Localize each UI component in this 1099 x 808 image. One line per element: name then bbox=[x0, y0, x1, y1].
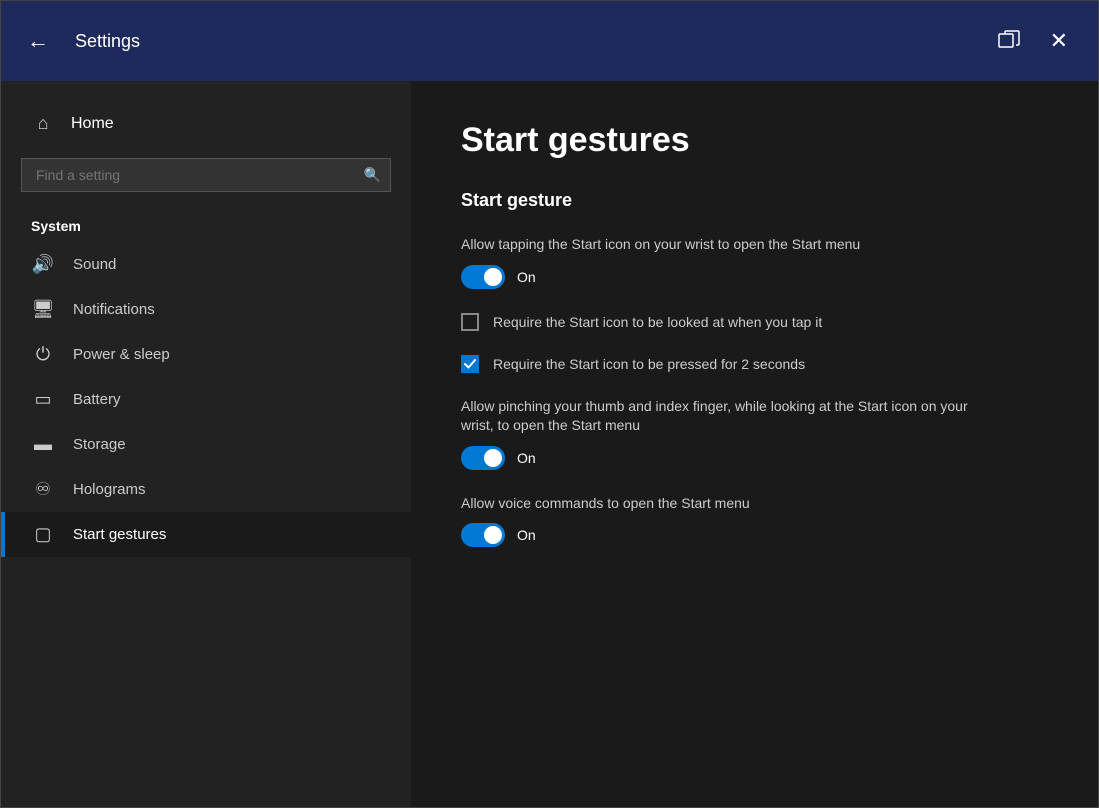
sidebar-item-holograms[interactable]: ♾ Holograms bbox=[1, 467, 411, 512]
sidebar-label-notifications: Notifications bbox=[73, 301, 155, 318]
setting-wrist-tap-description: Allow tapping the Start icon on your wri… bbox=[461, 235, 1001, 255]
setting-pinch: Allow pinching your thumb and index fing… bbox=[461, 397, 1048, 470]
checkbox-row-press-2sec: Require the Start icon to be pressed for… bbox=[461, 355, 1048, 373]
search-icon: 🔍 bbox=[364, 167, 381, 184]
setting-press-2sec: Require the Start icon to be pressed for… bbox=[461, 355, 1048, 373]
home-label: Home bbox=[71, 115, 114, 133]
setting-voice: Allow voice commands to open the Start m… bbox=[461, 494, 1048, 548]
sidebar-label-power: Power & sleep bbox=[73, 346, 170, 363]
checkbox-look-at-start-label: Require the Start icon to be looked at w… bbox=[493, 314, 822, 330]
battery-icon: ▭ bbox=[31, 389, 55, 410]
app-window: ← Settings ✕ ⌂ Home 🔍 System bbox=[0, 0, 1099, 808]
sidebar-item-notifications[interactable]: 🖥 Notifications bbox=[1, 287, 411, 332]
power-icon: ⏻ bbox=[31, 344, 55, 365]
close-button[interactable]: ✕ bbox=[1040, 22, 1078, 60]
toggle-pinch-label: On bbox=[517, 450, 536, 466]
toggle-voice-label: On bbox=[517, 527, 536, 543]
setting-look-at-start: Require the Start icon to be looked at w… bbox=[461, 313, 1048, 331]
toggle-row-voice: On bbox=[461, 523, 1048, 547]
checkbox-press-2sec-label: Require the Start icon to be pressed for… bbox=[493, 356, 805, 372]
toggle-voice[interactable] bbox=[461, 523, 505, 547]
toggle-pinch[interactable] bbox=[461, 446, 505, 470]
search-container: 🔍 bbox=[21, 158, 391, 192]
sidebar-label-start-gestures: Start gestures bbox=[73, 526, 166, 543]
sound-icon: 🔊 bbox=[31, 254, 55, 275]
sidebar-label-sound: Sound bbox=[73, 256, 116, 273]
titlebar-title: Settings bbox=[75, 31, 988, 52]
sidebar-item-power[interactable]: ⏻ Power & sleep bbox=[1, 332, 411, 377]
sidebar-item-start-gestures[interactable]: ▢ Start gestures bbox=[1, 512, 411, 557]
back-button[interactable]: ← bbox=[21, 22, 55, 60]
titlebar: ← Settings ✕ bbox=[1, 1, 1098, 81]
sidebar: ⌂ Home 🔍 System 🔊 Sound 🖥 Notifications … bbox=[1, 81, 411, 807]
checkbox-row-look-at-start: Require the Start icon to be looked at w… bbox=[461, 313, 1048, 331]
checkbox-look-at-start[interactable] bbox=[461, 313, 479, 331]
sidebar-item-storage[interactable]: ▬ Storage bbox=[1, 422, 411, 467]
section-subtitle: Start gesture bbox=[461, 190, 1048, 211]
content-area: ⌂ Home 🔍 System 🔊 Sound 🖥 Notifications … bbox=[1, 81, 1098, 807]
page-title: Start gestures bbox=[461, 121, 1048, 160]
checkbox-press-2sec[interactable] bbox=[461, 355, 479, 373]
setting-pinch-description: Allow pinching your thumb and index fing… bbox=[461, 397, 1001, 436]
storage-icon: ▬ bbox=[31, 434, 55, 455]
sidebar-label-battery: Battery bbox=[73, 391, 121, 408]
toggle-wrist-tap[interactable] bbox=[461, 265, 505, 289]
restore-button[interactable] bbox=[988, 24, 1030, 59]
sidebar-label-storage: Storage bbox=[73, 436, 126, 453]
toggle-wrist-tap-label: On bbox=[517, 269, 536, 285]
sidebar-label-holograms: Holograms bbox=[73, 481, 146, 498]
sidebar-item-home[interactable]: ⌂ Home bbox=[1, 101, 411, 146]
main-content: Start gestures Start gesture Allow tappi… bbox=[411, 81, 1098, 807]
sidebar-section-title: System bbox=[1, 204, 411, 242]
titlebar-actions: ✕ bbox=[988, 22, 1078, 60]
search-input[interactable] bbox=[21, 158, 391, 192]
start-gestures-icon: ▢ bbox=[31, 524, 55, 545]
toggle-row-wrist-tap: On bbox=[461, 265, 1048, 289]
notifications-icon: 🖥 bbox=[31, 299, 55, 320]
setting-wrist-tap: Allow tapping the Start icon on your wri… bbox=[461, 235, 1048, 289]
setting-voice-description: Allow voice commands to open the Start m… bbox=[461, 494, 1001, 514]
toggle-row-pinch: On bbox=[461, 446, 1048, 470]
holograms-icon: ♾ bbox=[31, 479, 55, 500]
sidebar-item-sound[interactable]: 🔊 Sound bbox=[1, 242, 411, 287]
sidebar-item-battery[interactable]: ▭ Battery bbox=[1, 377, 411, 422]
home-icon: ⌂ bbox=[31, 113, 55, 134]
